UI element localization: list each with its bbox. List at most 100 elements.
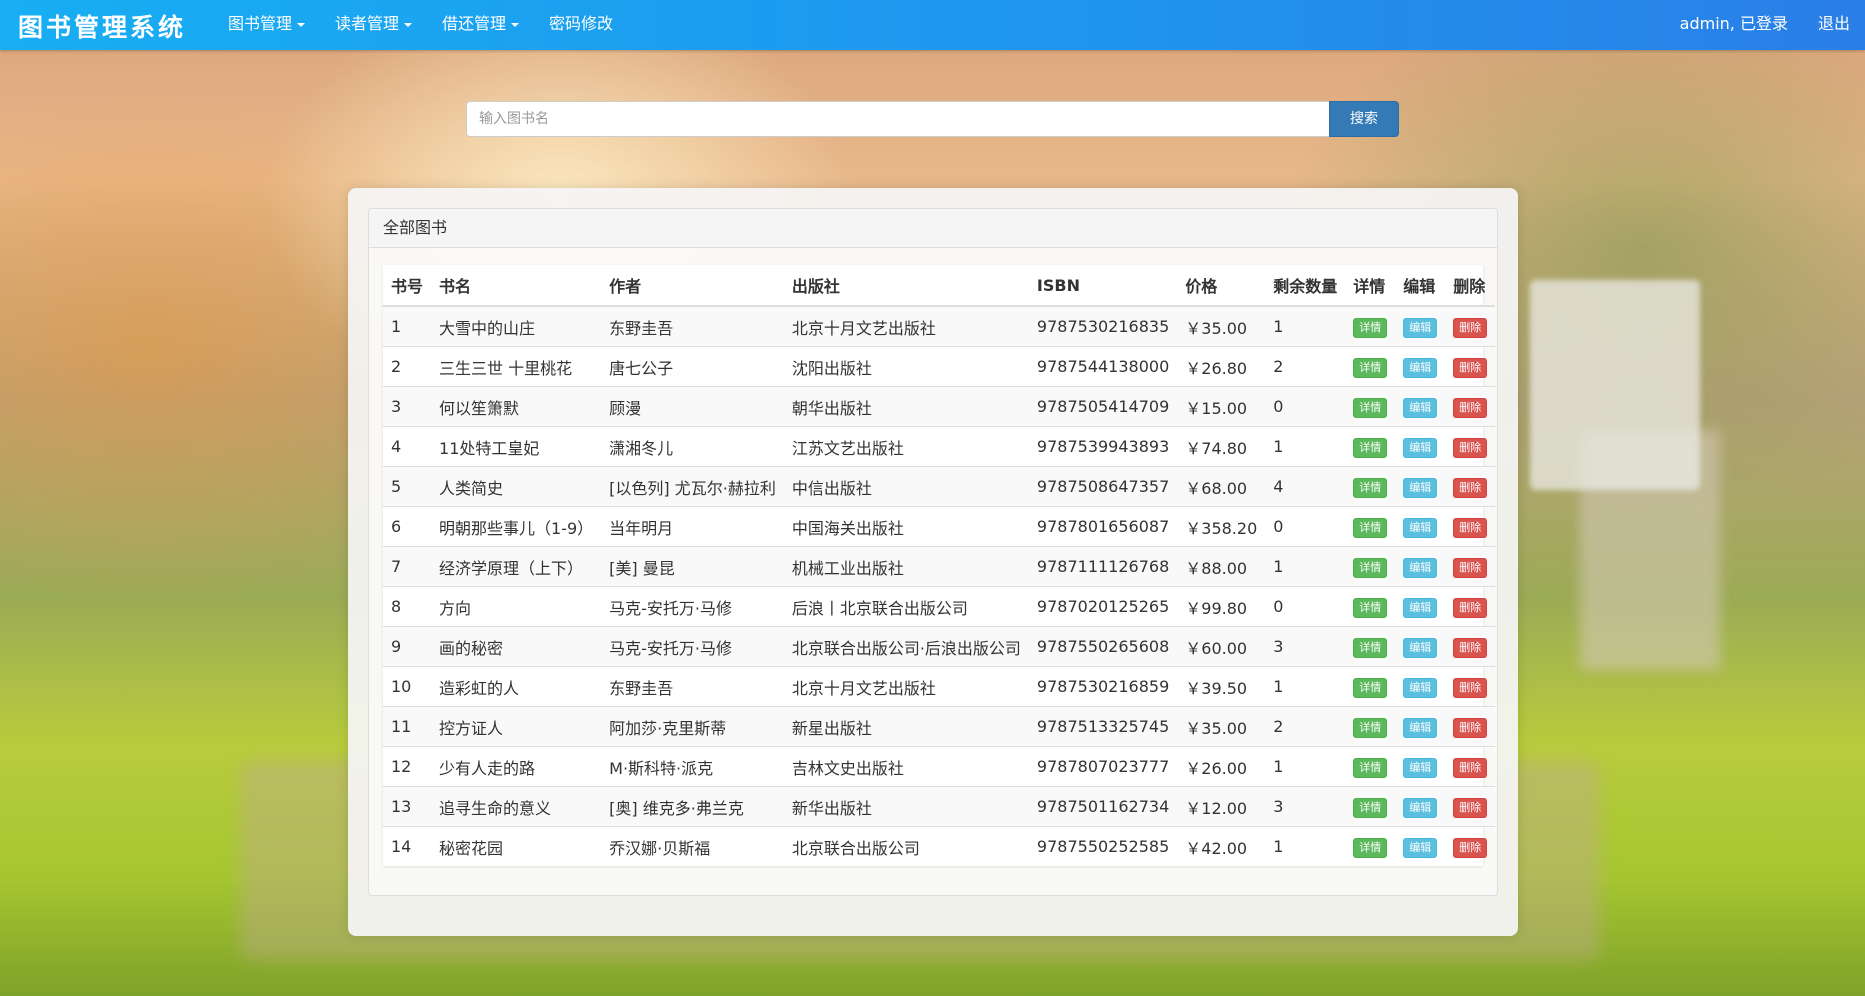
cell-price: ￥358.20 <box>1177 506 1266 547</box>
edit-button[interactable]: 编辑 <box>1403 437 1438 458</box>
detail-button[interactable]: 详情 <box>1353 677 1388 698</box>
cell-publisher: 中信出版社 <box>783 466 1029 507</box>
header-isbn: ISBN <box>1028 265 1178 307</box>
table-row: 14 秘密花园 乔汉娜·贝斯福 北京联合出版公司 9787550252585 ￥42.00… <box>383 826 1496 866</box>
cell-edit: 编辑 <box>1395 305 1446 347</box>
delete-button[interactable]: 删除 <box>1453 757 1488 778</box>
delete-button[interactable]: 删除 <box>1453 677 1488 698</box>
books-table-wrap: 书号 书名 作者 出版社 ISBN 价格 剩余数量 详情 编辑 删除 1 大雪中的… <box>383 265 1496 866</box>
cell-price: ￥26.00 <box>1177 746 1266 787</box>
cell-author: [美] 曼昆 <box>601 546 784 587</box>
edit-button[interactable]: 编辑 <box>1403 717 1438 738</box>
detail-button[interactable]: 详情 <box>1353 757 1388 778</box>
detail-button[interactable]: 详情 <box>1353 717 1388 738</box>
cell-price: ￥42.00 <box>1177 826 1266 866</box>
edit-button[interactable]: 编辑 <box>1403 517 1438 538</box>
cell-isbn: 9787111126768 <box>1028 546 1178 587</box>
detail-button[interactable]: 详情 <box>1353 557 1388 578</box>
cell-stock: 2 <box>1265 706 1346 747</box>
cell-publisher: 机械工业出版社 <box>783 546 1029 587</box>
edit-button[interactable]: 编辑 <box>1403 637 1438 658</box>
cell-publisher: 新华出版社 <box>783 786 1029 827</box>
logout-link[interactable]: 退出 <box>1803 0 1865 50</box>
edit-button[interactable]: 编辑 <box>1403 677 1438 698</box>
cell-id: 1 <box>383 305 432 347</box>
cell-isbn: 9787513325745 <box>1028 706 1178 747</box>
detail-button[interactable]: 详情 <box>1353 517 1388 538</box>
detail-button[interactable]: 详情 <box>1353 477 1388 498</box>
cell-author: 马克-安托万·马修 <box>601 626 784 667</box>
detail-button[interactable]: 详情 <box>1353 317 1388 338</box>
cell-detail: 详情 <box>1345 706 1396 747</box>
header-edit: 编辑 <box>1395 265 1446 307</box>
edit-button[interactable]: 编辑 <box>1403 397 1438 418</box>
header-id: 书号 <box>383 265 432 307</box>
cell-publisher: 朝华出版社 <box>783 386 1029 427</box>
delete-button[interactable]: 删除 <box>1453 597 1488 618</box>
delete-button[interactable]: 删除 <box>1453 797 1488 818</box>
search-input[interactable] <box>466 101 1330 137</box>
cell-stock: 0 <box>1265 506 1346 547</box>
header-title: 书名 <box>431 265 602 307</box>
cell-isbn: 9787020125265 <box>1028 586 1178 627</box>
cell-id: 2 <box>383 346 432 387</box>
background-birdhouse <box>1530 280 1700 490</box>
cell-stock: 3 <box>1265 626 1346 667</box>
edit-button[interactable]: 编辑 <box>1403 357 1438 378</box>
cell-price: ￥99.80 <box>1177 586 1266 627</box>
detail-button[interactable]: 详情 <box>1353 797 1388 818</box>
cell-delete: 删除 <box>1445 546 1496 587</box>
cell-delete: 删除 <box>1445 506 1496 547</box>
cell-edit: 编辑 <box>1395 466 1446 507</box>
table-row: 10 造彩虹的人 东野圭吾 北京十月文艺出版社 9787530216859 ￥39.50 1… <box>383 666 1496 707</box>
edit-button[interactable]: 编辑 <box>1403 477 1438 498</box>
table-row: 13 追寻生命的意义 [奥] 维克多·弗兰克 新华出版社 9787501162734 ￥1… <box>383 786 1496 827</box>
edit-button[interactable]: 编辑 <box>1403 797 1438 818</box>
delete-button[interactable]: 删除 <box>1453 317 1488 338</box>
cell-detail: 详情 <box>1345 546 1396 587</box>
delete-button[interactable]: 删除 <box>1453 557 1488 578</box>
cell-price: ￥35.00 <box>1177 706 1266 747</box>
cell-price: ￥12.00 <box>1177 786 1266 827</box>
cell-delete: 删除 <box>1445 305 1496 347</box>
brand-logo[interactable]: 图书管理系统 <box>18 8 186 44</box>
nav-borrow-management[interactable]: 借还管理 <box>427 0 534 50</box>
detail-button[interactable]: 详情 <box>1353 357 1388 378</box>
detail-button[interactable]: 详情 <box>1353 837 1388 858</box>
delete-button[interactable]: 删除 <box>1453 397 1488 418</box>
detail-button[interactable]: 详情 <box>1353 597 1388 618</box>
delete-button[interactable]: 删除 <box>1453 837 1488 858</box>
cell-id: 5 <box>383 466 432 507</box>
delete-button[interactable]: 删除 <box>1453 717 1488 738</box>
edit-button[interactable]: 编辑 <box>1403 317 1438 338</box>
nav-reader-management[interactable]: 读者管理 <box>320 0 427 50</box>
cell-edit: 编辑 <box>1395 786 1446 827</box>
edit-button[interactable]: 编辑 <box>1403 597 1438 618</box>
cell-publisher: 江苏文艺出版社 <box>783 426 1029 467</box>
detail-button[interactable]: 详情 <box>1353 397 1388 418</box>
edit-button[interactable]: 编辑 <box>1403 837 1438 858</box>
user-status-link[interactable]: admin, 已登录 <box>1665 0 1803 50</box>
cell-edit: 编辑 <box>1395 746 1446 787</box>
cell-publisher: 中国海关出版社 <box>783 506 1029 547</box>
nav-book-management[interactable]: 图书管理 <box>213 0 320 50</box>
search-button[interactable]: 搜索 <box>1329 101 1399 137</box>
detail-button[interactable]: 详情 <box>1353 637 1388 658</box>
nav-password-change[interactable]: 密码修改 <box>534 0 628 50</box>
delete-button[interactable]: 删除 <box>1453 477 1488 498</box>
cell-author: 顾漫 <box>601 386 784 427</box>
cell-publisher: 沈阳出版社 <box>783 346 1029 387</box>
cell-stock: 0 <box>1265 386 1346 427</box>
edit-button[interactable]: 编辑 <box>1403 557 1438 578</box>
caret-down-icon <box>297 22 306 27</box>
cell-detail: 详情 <box>1345 466 1396 507</box>
delete-button[interactable]: 删除 <box>1453 637 1488 658</box>
cell-title: 人类简史 <box>431 466 602 507</box>
delete-button[interactable]: 删除 <box>1453 437 1488 458</box>
detail-button[interactable]: 详情 <box>1353 437 1388 458</box>
edit-button[interactable]: 编辑 <box>1403 757 1438 778</box>
delete-button[interactable]: 删除 <box>1453 517 1488 538</box>
cell-detail: 详情 <box>1345 506 1396 547</box>
delete-button[interactable]: 删除 <box>1453 357 1488 378</box>
cell-title: 经济学原理（上下） <box>431 546 602 587</box>
